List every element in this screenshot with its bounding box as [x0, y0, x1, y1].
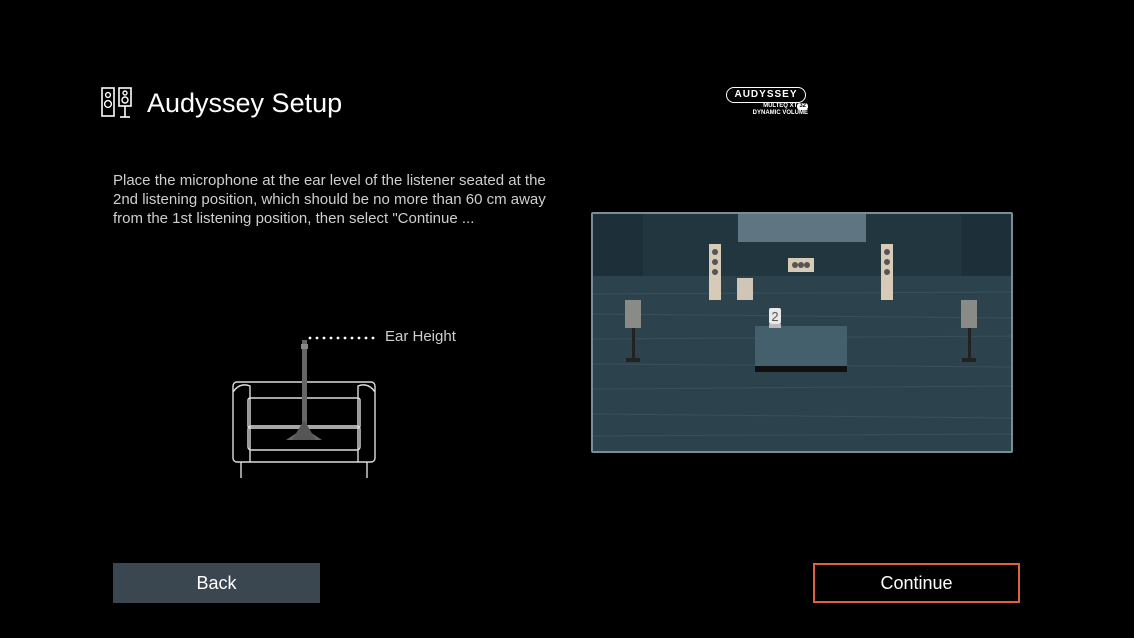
logo-line3: DYNAMIC VOLUME: [752, 110, 808, 116]
logo-badge: 32: [797, 103, 808, 110]
room-illustration: 2: [591, 212, 1013, 453]
continue-button[interactable]: Continue: [813, 563, 1020, 603]
position-marker-label: 2: [771, 309, 778, 324]
room-svg: 2: [593, 214, 1011, 451]
subwoofer-icon: [737, 278, 753, 300]
page-title: Audyssey Setup: [147, 88, 343, 118]
back-button[interactable]: Back: [113, 563, 320, 603]
center-speaker-icon: [788, 258, 814, 272]
logo-brand: AUDYSSEY: [726, 87, 806, 103]
sofa-microphone-figure: [232, 336, 376, 478]
audyssey-logo: AUDYSSEY MULTEQ XT 32 DYNAMIC VOLUME: [726, 87, 812, 121]
microphone-stand-icon: [286, 340, 322, 440]
front-left-speaker-icon: [709, 244, 721, 300]
ear-height-dotted-line: [308, 336, 375, 340]
position-marker-2-icon: 2: [769, 308, 781, 328]
instructions-text: Place the microphone at the ear level of…: [113, 172, 546, 227]
ear-height-label: Ear Height: [385, 328, 456, 345]
speakers-icon: [101, 87, 132, 118]
logo-line2: MULTEQ XT: [763, 103, 798, 109]
front-right-speaker-icon: [881, 244, 893, 300]
sofa-icon: [755, 326, 847, 372]
